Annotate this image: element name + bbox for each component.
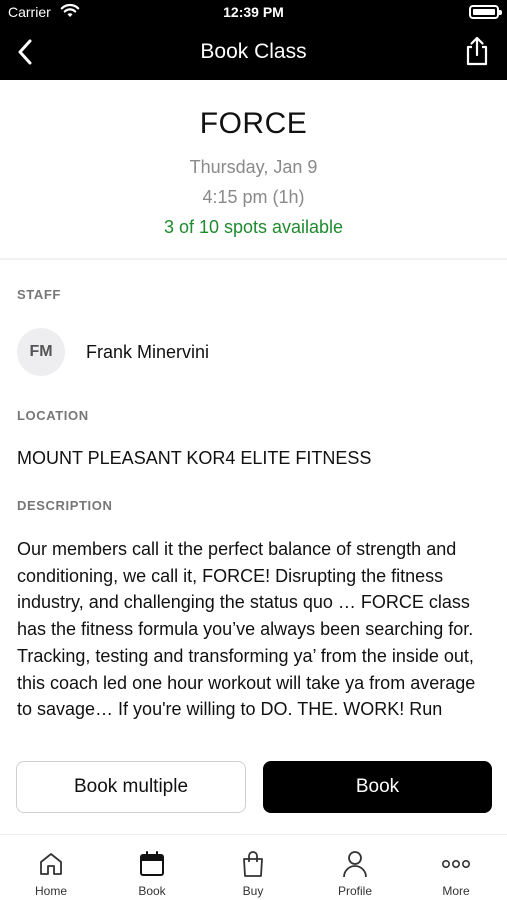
location-name: MOUNT PLEASANT KOR4 ELITE FITNESS xyxy=(17,448,372,468)
staff-name: Frank Minervini xyxy=(86,341,210,362)
person-icon xyxy=(343,851,367,878)
tab-label: Home xyxy=(34,884,67,898)
tab-profile[interactable]: Profile xyxy=(315,849,395,898)
nav-bar: Book Class xyxy=(0,24,507,80)
tab-home[interactable]: Home xyxy=(11,849,91,898)
tab-bar: Home Book Buy Profile More xyxy=(0,834,507,900)
tab-book[interactable]: Book xyxy=(112,849,192,898)
book-button[interactable]: Book xyxy=(263,761,492,813)
status-time: 12:39 PM xyxy=(223,4,284,20)
class-time: 4:15 pm (1h) xyxy=(202,187,305,207)
tab-more[interactable]: More xyxy=(416,849,496,898)
shopping-bag-icon xyxy=(243,851,263,877)
class-name: FORCE xyxy=(199,107,308,140)
status-bar: Carrier 12:39 PM xyxy=(0,0,507,24)
description-text: Our members call it the perfect balance … xyxy=(17,539,476,720)
class-header: FORCE Thursday, Jan 9 4:15 pm (1h) 3 of … xyxy=(0,80,507,260)
page-title: Book Class xyxy=(200,40,307,63)
spots-available: 3 of 10 spots available xyxy=(163,217,344,237)
class-date: Thursday, Jan 9 xyxy=(189,157,318,177)
share-button[interactable] xyxy=(461,34,493,68)
location-section-label: LOCATION xyxy=(17,408,89,423)
tab-label: Buy xyxy=(242,884,264,898)
tab-buy[interactable]: Buy xyxy=(213,849,293,898)
staff-row[interactable]: FM Frank Minervini xyxy=(17,328,209,376)
avatar: FM xyxy=(17,328,65,376)
home-icon xyxy=(40,853,62,875)
share-icon xyxy=(466,36,488,66)
book-multiple-button[interactable]: Book multiple xyxy=(16,761,246,813)
tab-label: Book xyxy=(138,884,166,898)
more-dots-icon xyxy=(441,859,470,869)
description-scroll[interactable]: Our members call it the perfect balance … xyxy=(17,536,493,732)
staff-section-label: STAFF xyxy=(17,287,61,302)
calendar-icon xyxy=(140,851,164,876)
battery-icon xyxy=(469,5,502,19)
tab-label: More xyxy=(442,884,470,898)
description-section-label: DESCRIPTION xyxy=(17,498,113,513)
tab-label: Profile xyxy=(337,884,372,898)
